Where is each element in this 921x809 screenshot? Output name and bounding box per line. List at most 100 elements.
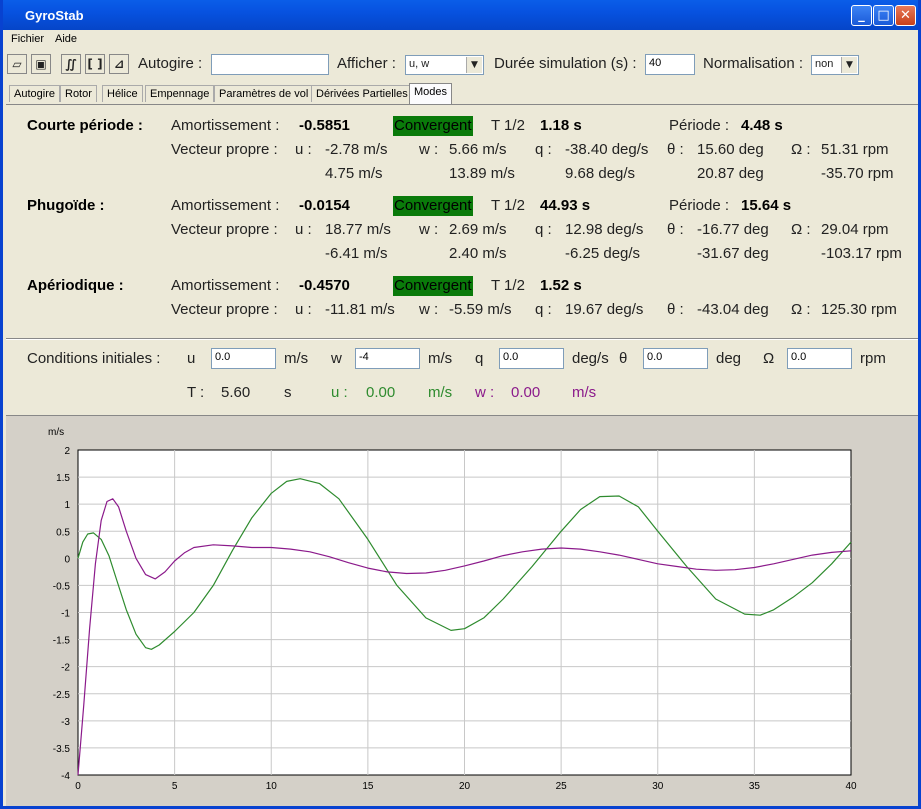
theta-value: -31.67 deg [697,245,769,262]
omega-value: 51.31 rpm [821,141,889,158]
w-label: w [331,350,342,367]
theta-value: -43.04 deg [697,301,769,318]
status-badge: Convergent [393,276,473,296]
omega-value: -35.70 rpm [821,165,894,182]
x-tick-label: 0 [75,781,81,792]
q-unit: deg/s [572,350,609,367]
amortissement-value: -0.0154 [299,197,350,214]
vecteur-label: Vecteur propre : [171,301,278,318]
amortissement-label: Amortissement : [171,117,280,134]
u-value: -6.41 m/s [325,245,388,262]
time-value: 5.60 [221,384,251,401]
amortissement-value: -0.4570 [299,277,350,294]
amortissement-value: -0.5851 [299,117,350,134]
app-window: GyroStab _ □ ✕ Fichier Aide ▱ ▣ ∬ [ ] ⊿ … [0,0,921,809]
w-unit: m/s [428,350,453,367]
y-tick-label: 0 [64,554,70,565]
omega-label: Ω [763,350,775,367]
mode-name: Phugoïde : [27,197,105,214]
simulation-chart[interactable]: 0 5 10 15 20 25 30 35 40 2 1.5 1 0.5 0 -0.5 -1 -1.5 -2 -2.… [6,416,918,806]
theta-label: θ : [667,141,684,158]
q-value: 12.98 deg/s [565,221,644,238]
q-label: q : [535,301,552,318]
vecteur-label: Vecteur propre : [171,141,278,158]
q-value: -6.25 deg/s [565,245,641,262]
theta-unit: deg [716,350,742,367]
theta-label: θ : [667,301,684,318]
initial-conditions: Conditions initiales : u 0.0 m/s w -4 m/… [3,340,918,416]
x-tick-label: 10 [266,781,278,792]
w-value: -5.59 m/s [449,301,512,318]
x-tick-label: 5 [172,781,178,792]
q-value: 9.68 deg/s [565,165,636,182]
time-unit: s [284,384,292,401]
t-half-label: T 1/2 [491,197,525,214]
theta-value: 20.87 deg [697,165,764,182]
theta-value: 15.60 deg [697,141,764,158]
x-tick-label: 30 [652,781,664,792]
t-half-value: 44.93 s [540,197,591,214]
omega-initial-input[interactable]: 0.0 [787,348,852,369]
y-axis-label: m/s [48,427,64,438]
mode-name: Apériodique : [27,277,124,294]
x-tick-label: 40 [845,781,857,792]
q-value: -38.40 deg/s [565,141,649,158]
u-label: u [187,350,196,367]
x-tick-label: 20 [459,781,471,792]
y-tick-label: -1 [61,609,70,620]
u-readout-label: u : [331,384,348,401]
w-label: w : [419,301,439,318]
time-label: T : [187,384,205,401]
u-unit: m/s [284,350,309,367]
u-label: u : [295,301,312,318]
t-half-value: 1.18 s [540,117,582,134]
w-value: 2.40 m/s [449,245,507,262]
y-tick-label: 2 [64,446,70,457]
w-readout-unit: m/s [572,384,597,401]
y-tick-label: 0.5 [56,527,70,538]
theta-initial-input[interactable]: 0.0 [643,348,708,369]
y-tick-label: -4 [61,771,70,782]
theta-label: θ : [667,221,684,238]
vecteur-label: Vecteur propre : [171,221,278,238]
t-half-value: 1.52 s [540,277,582,294]
theta-label: θ [619,350,628,367]
u-initial-input[interactable]: 0.0 [211,348,276,369]
u-label: u : [295,221,312,238]
periode-label: Période : [669,117,730,134]
omega-value: 125.30 rpm [821,301,897,318]
status-badge: Convergent [393,196,473,216]
amortissement-label: Amortissement : [171,277,280,294]
w-readout-value: 0.00 [511,384,541,401]
u-readout-unit: m/s [428,384,453,401]
q-label: q : [535,221,552,238]
w-value: 2.69 m/s [449,221,507,238]
mode-name: Courte période : [27,117,143,134]
omega-unit: rpm [860,350,886,367]
omega-value: -103.17 rpm [821,245,902,262]
q-label: q [475,350,484,367]
amortissement-label: Amortissement : [171,197,280,214]
x-tick-label: 25 [556,781,568,792]
w-value: 13.89 m/s [449,165,515,182]
y-tick-label: -1.5 [53,636,71,647]
u-readout-value: 0.00 [366,384,396,401]
x-tick-label: 35 [749,781,761,792]
periode-value: 4.48 s [741,117,783,134]
q-value: 19.67 deg/s [565,301,644,318]
omega-label: Ω : [791,221,811,238]
w-value: 5.66 m/s [449,141,507,158]
y-tick-label: 1 [64,500,70,511]
y-tick-label: -2.5 [53,690,71,701]
y-tick-label: -0.5 [53,581,71,592]
modes-panel: Courte période : Amortissement : -0.5851… [3,0,918,340]
u-value: -11.81 m/s [325,301,395,318]
omega-label: Ω : [791,141,811,158]
y-tick-label: -3 [61,717,70,728]
theta-value: -16.77 deg [697,221,769,238]
w-readout-label: w : [475,384,495,401]
u-value: 18.77 m/s [325,221,391,238]
periode-label: Période : [669,197,730,214]
w-initial-input[interactable]: -4 [355,348,420,369]
q-initial-input[interactable]: 0.0 [499,348,564,369]
